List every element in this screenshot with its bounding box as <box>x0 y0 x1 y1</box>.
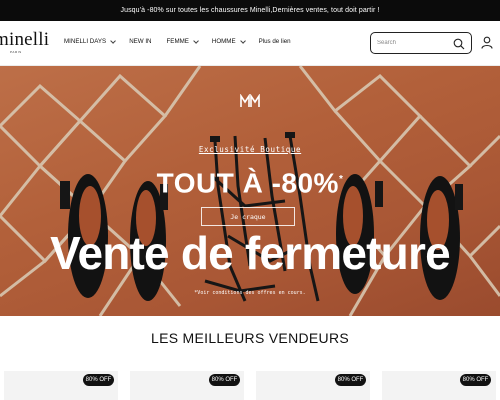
discount-badge: 80% OFF <box>460 374 491 386</box>
hero-banner[interactable]: Exclusivité Boutique TOUT À -80%* Je cra… <box>0 66 500 316</box>
product-grid: 80% OFF 80% OFF 80% OFF 80% OFF <box>4 371 500 400</box>
chevron-down-icon <box>110 37 117 44</box>
nav-label: MINELLI DAYS <box>64 38 107 45</box>
brand-mark-icon <box>240 94 260 107</box>
hero-conditions-note[interactable]: *Voir conditions des offres en cours. <box>0 290 500 296</box>
search-icon[interactable] <box>453 38 465 50</box>
logo[interactable]: minelli <box>0 30 49 49</box>
discount-badge: 80% OFF <box>209 374 240 386</box>
product-card[interactable]: 80% OFF <box>256 371 370 400</box>
nav-item-femme[interactable]: FEMME <box>166 37 199 45</box>
chevron-down-icon <box>193 37 199 44</box>
nav-label: FEMME <box>166 38 189 45</box>
nav-label: NEW IN <box>129 38 152 45</box>
section-title-bestsellers: LES MEILLEURS VENDEURS <box>151 330 349 346</box>
hero-sale-title: Vente de fermeture <box>50 227 451 279</box>
logo-subtitle: PARIS <box>10 50 22 54</box>
main-nav: MINELLI DAYS NEW IN FEMME HOMME Plus de … <box>64 37 306 45</box>
hero-headline-asterisk: * <box>338 174 344 185</box>
chevron-down-icon <box>239 37 246 44</box>
account-icon[interactable] <box>481 36 493 49</box>
announcement-bar: Jusqu'à -80% sur toutes les chaussures M… <box>0 0 500 21</box>
search-input[interactable] <box>371 40 451 46</box>
nav-item-homme[interactable]: HOMME <box>211 37 246 45</box>
hero-cta-button[interactable]: Je craque <box>201 207 295 226</box>
announcement-text: Jusqu'à -80% sur toutes les chaussures M… <box>120 7 380 14</box>
hero-kicker: Exclusivité Boutique <box>198 145 302 154</box>
product-card[interactable]: 80% OFF <box>130 371 244 400</box>
site-header: minelli PARIS MINELLI DAYS NEW IN FEMME … <box>0 21 500 66</box>
discount-badge: 80% OFF <box>83 374 114 386</box>
nav-label: Plus de lien <box>258 38 291 45</box>
discount-badge: 80% OFF <box>335 374 366 386</box>
nav-label: HOMME <box>211 38 236 45</box>
nav-item-new-in[interactable]: NEW IN <box>129 38 151 45</box>
nav-item-more-links[interactable]: Plus de lien <box>259 38 291 45</box>
product-card[interactable]: 80% OFF <box>4 371 118 400</box>
hero-headline-text: TOUT À -80% <box>156 167 339 199</box>
search-box <box>370 32 472 54</box>
hero-headline: TOUT À -80%* <box>0 164 500 199</box>
product-card[interactable]: 80% OFF <box>382 371 496 400</box>
nav-item-minelli-days[interactable]: MINELLI DAYS <box>64 37 117 45</box>
